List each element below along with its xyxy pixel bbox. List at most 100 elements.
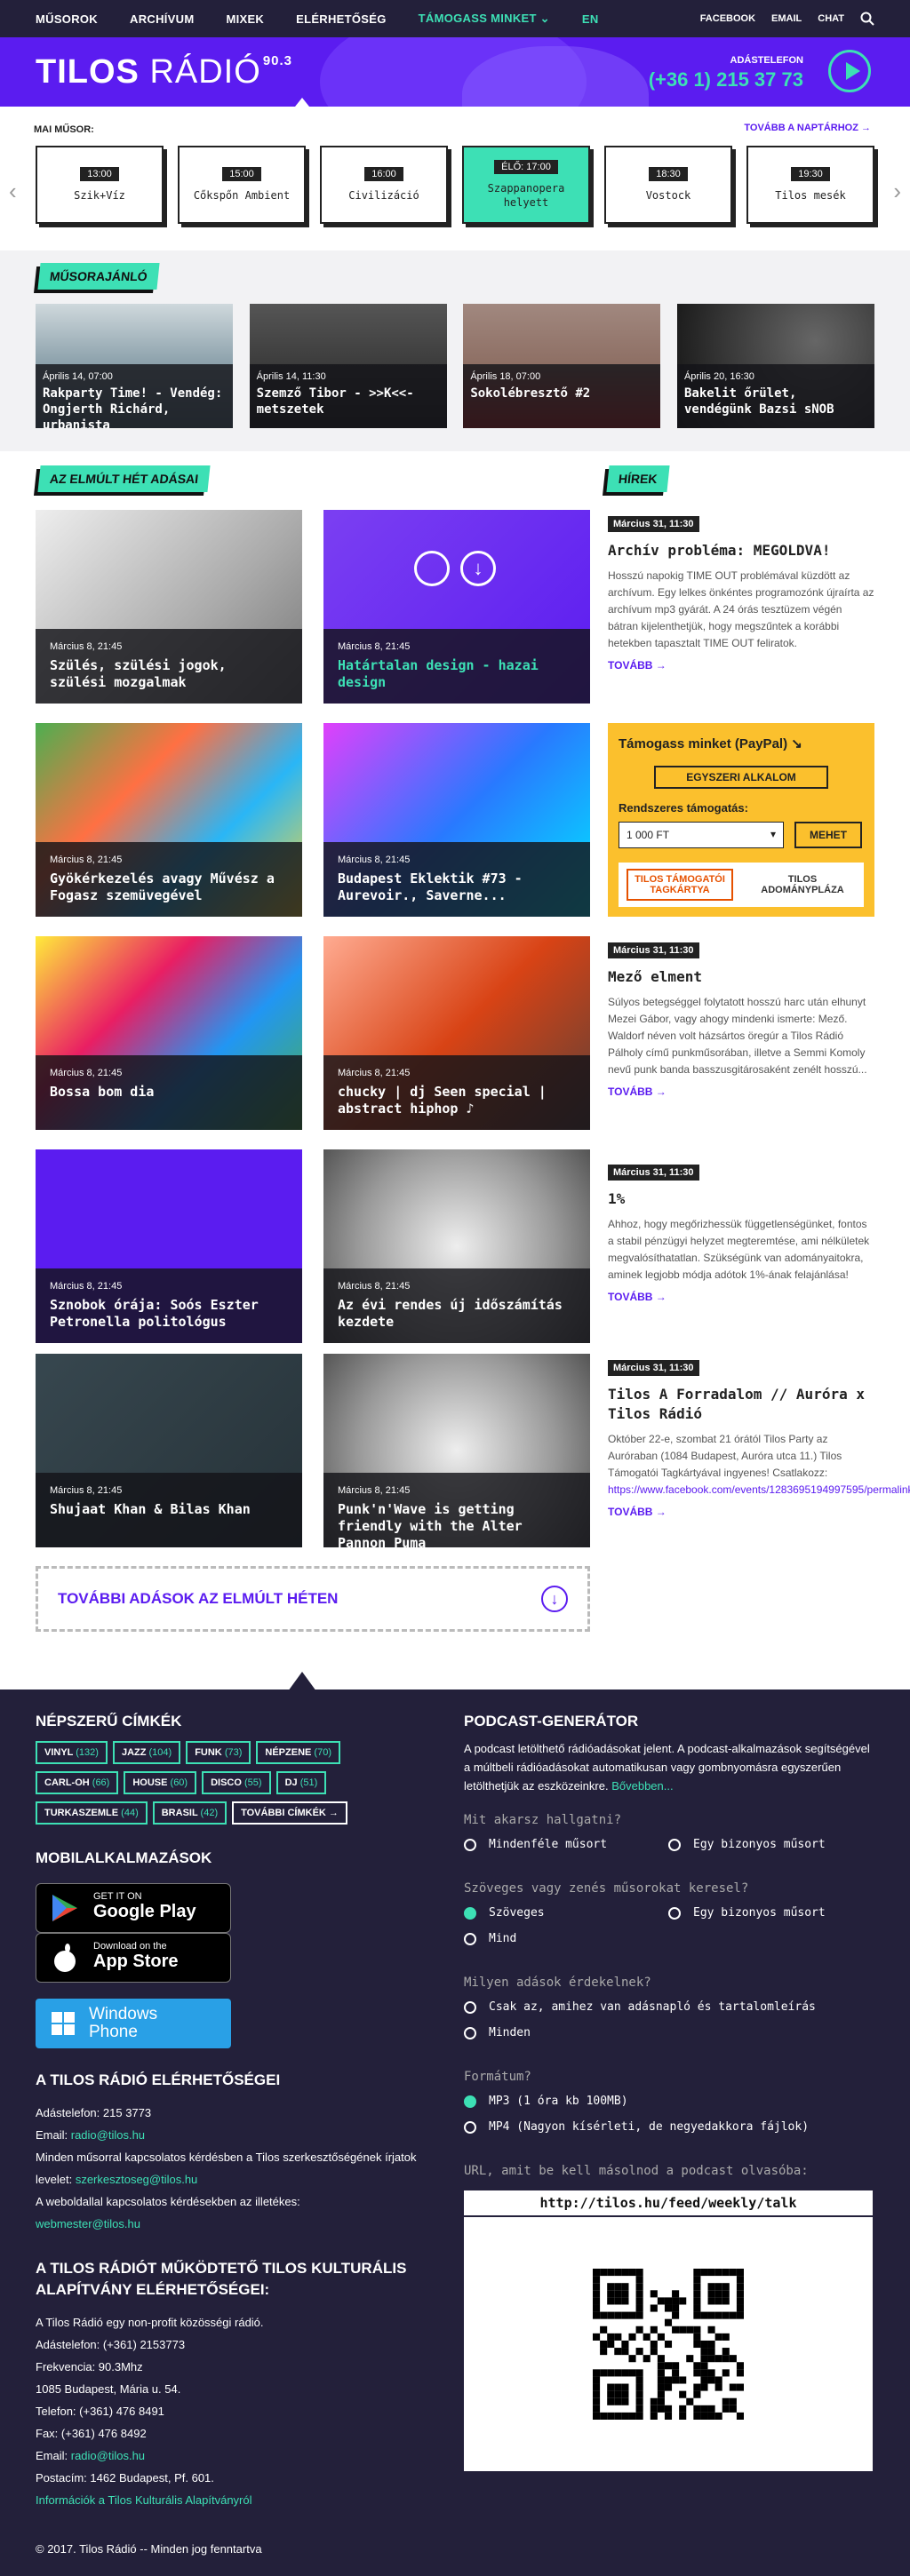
tag-chip[interactable]: VINYL (132): [36, 1741, 108, 1764]
archive-card[interactable]: Március 8, 21:45 Shujaat Khan & Bilas Kha…: [36, 1354, 302, 1547]
news-title[interactable]: 1%: [608, 1189, 874, 1209]
found-email[interactable]: radio@tilos.hu: [71, 2449, 145, 2462]
google-play-badge[interactable]: GET IT ON Google Play: [36, 1883, 231, 1933]
slot-time: 13:00: [80, 167, 119, 181]
schedule-next-icon[interactable]: ›: [893, 178, 901, 205]
chat-link[interactable]: CHAT: [818, 13, 844, 24]
radio-option[interactable]: Mind: [464, 1932, 668, 1945]
tag-name: DISCO: [211, 1777, 242, 1788]
app-store-badge[interactable]: Download on the App Store: [36, 1933, 231, 1983]
download-icon[interactable]: ↓: [460, 551, 496, 586]
amount-select[interactable]: 1 000 FT: [619, 822, 784, 848]
tag-chip[interactable]: DISCO (55): [202, 1771, 271, 1794]
facebook-link[interactable]: FACEBOOK: [700, 13, 755, 24]
tag-chip[interactable]: HOUSE (60): [124, 1771, 197, 1794]
contact-email2[interactable]: szerkesztoseg@tilos.hu: [76, 2173, 197, 2186]
found-line: 1085 Budapest, Mária u. 54.: [36, 2382, 181, 2396]
phone-number[interactable]: (+36 1) 215 37 73: [649, 68, 803, 91]
archive-card[interactable]: Március 8, 21:45 Punk'n'Wave is getting f…: [323, 1354, 590, 1547]
tag-chip[interactable]: NÉPZENE (70): [256, 1741, 340, 1764]
tag-chip[interactable]: CARL-OH (66): [36, 1771, 119, 1794]
more-tags-button[interactable]: TOVÁBBI CÍMKÉK →: [232, 1801, 347, 1825]
tag-chip[interactable]: JAZZ (104): [112, 1741, 181, 1764]
news-more-link[interactable]: TOVÁBB →: [608, 1506, 874, 1518]
schedule-prev-icon[interactable]: ‹: [9, 178, 17, 205]
archive-card[interactable]: Március 8, 21:45 Budapest Eklektik #73 - …: [323, 723, 590, 917]
radio-option[interactable]: MP3 (1 óra kb 100MB): [464, 2095, 873, 2108]
nav-tamogass[interactable]: Támogass minket ⌄: [419, 12, 550, 26]
news-more-link[interactable]: TOVÁBB →: [608, 1085, 874, 1098]
nav-lang-en[interactable]: EN: [582, 12, 599, 26]
archive-card[interactable]: Március 8, 21:45 Gyökérkezelés avagy Művé…: [36, 723, 302, 917]
archive-card[interactable]: Március 8, 21:45 Szülés, szülési jogok, s…: [36, 510, 302, 704]
schedule-slot[interactable]: 19:30 Tilos mesék: [746, 146, 874, 224]
windows-phone-badge[interactable]: Windows Phone: [36, 1999, 231, 2048]
site-logo[interactable]: TILOS RÁDIÓ 90.3: [36, 53, 292, 91]
q3: Milyen adások érdekelnek?: [464, 1976, 651, 1990]
card-caption: Április 14, 07:00 Rakparty Time! - Vendég…: [36, 364, 233, 428]
radio-option[interactable]: Mindenféle műsort: [464, 1838, 668, 1851]
news-body-link[interactable]: https://www.facebook.com/events/12836951…: [608, 1483, 910, 1496]
nav-elerhetoseg[interactable]: Elérhetőség: [296, 12, 387, 26]
donation-ad[interactable]: TILOS ADOMÁNYPLÁZA: [749, 874, 856, 895]
tag-chip[interactable]: DJ (51): [275, 1771, 327, 1794]
news-more-link[interactable]: TOVÁBB →: [608, 659, 874, 672]
radio-option[interactable]: MP4 (Nagyon kísérleti, de negyedakkora f…: [464, 2120, 873, 2134]
news-title[interactable]: Tilos A Forradalom // Auróra x Tilos Rád…: [608, 1385, 874, 1424]
more-archive-button[interactable]: TOVÁBBI ADÁSOK AZ ELMÚLT HÉTEN ↓: [36, 1566, 590, 1632]
archive-card[interactable]: Március 8, 21:45 Sznobok órája: Soós Eszt…: [36, 1149, 302, 1343]
recommend-card[interactable]: Április 14, 07:00 Rakparty Time! - Vendég…: [36, 304, 233, 428]
recommend-card[interactable]: Április 20, 16:30 Bakelit őrület, vendégü…: [676, 304, 874, 428]
recommend-card[interactable]: Április 14, 11:30 Szemző Tibor - >>K<<-me…: [249, 304, 447, 428]
news-title[interactable]: Archív probléma: MEGOLDVA!: [608, 541, 874, 561]
nav-musorok[interactable]: Műsorok: [36, 12, 98, 26]
radio-icon: [464, 2026, 476, 2039]
foundation-block: A Tilos Rádió egy non-profit közösségi r…: [36, 2311, 435, 2511]
play-icon[interactable]: [414, 551, 450, 586]
tag-chip[interactable]: BRASIL (42): [152, 1801, 228, 1825]
archive-card[interactable]: Március 8, 21:45 Az évi rendes új időszám…: [323, 1149, 590, 1343]
radio-option[interactable]: Egy bizonyos műsort: [668, 1906, 873, 1920]
radio-option[interactable]: Csak az, amihez van adásnapló és tartalo…: [464, 2000, 873, 2014]
archive-card[interactable]: Március 8, 21:45 Bossa bom dia: [36, 936, 302, 1130]
radio-label: Minden: [489, 2026, 531, 2039]
radio-option[interactable]: Egy bizonyos műsort: [668, 1838, 873, 1851]
radio-icon: [464, 1838, 476, 1851]
schedule-slot-live[interactable]: ÉLŐ: 17:00 Szappanopera helyett: [462, 146, 590, 224]
tag-chip[interactable]: FUNK (73): [186, 1741, 251, 1764]
tag-chip[interactable]: TURKASZEMLE (44): [36, 1801, 148, 1825]
podcast-generator: PODCAST-GENERÁTOR A podcast letölthető r…: [464, 1713, 873, 2471]
schedule-slot[interactable]: 15:00 Cőkspőn Ambient: [178, 146, 306, 224]
archive-card[interactable]: Március 8, 21:45 chucky | dj Seen special…: [323, 936, 590, 1130]
contact-email3[interactable]: webmester@tilos.hu: [36, 2217, 140, 2230]
one-time-button[interactable]: EGYSZERI ALKALOM: [654, 766, 828, 789]
archive-card-active[interactable]: ↓ Március 8, 21:45 Határtalan design - ha…: [323, 510, 590, 704]
podcast-more-link[interactable]: Bővebben...: [611, 1779, 673, 1793]
card-date: Március 8, 21:45: [50, 641, 123, 652]
contact-email[interactable]: radio@tilos.hu: [71, 2128, 145, 2142]
email-link[interactable]: EMAIL: [771, 13, 802, 24]
tag-count: (60): [170, 1777, 188, 1788]
schedule-slot[interactable]: 16:00 Civilizáció: [320, 146, 448, 224]
play-button[interactable]: [828, 50, 871, 92]
podcast-url[interactable]: http://tilos.hu/feed/weekly/talk: [464, 2190, 873, 2215]
go-button[interactable]: MEHET: [794, 822, 862, 848]
news-more-link[interactable]: TOVÁBB →: [608, 1291, 874, 1303]
membership-card-ad[interactable]: TILOS TÁMOGATÓI TAGKÁRTYA: [627, 869, 733, 901]
found-line: Adástelefon: (+361) 2153773: [36, 2338, 186, 2351]
schedule-slot[interactable]: 18:30 Vostock: [604, 146, 732, 224]
recommend-card[interactable]: Április 18, 07:00 Sokolébresztő #2: [463, 304, 661, 428]
schedule-slot[interactable]: 13:00 Szik+Víz: [36, 146, 164, 224]
radio-option[interactable]: Szöveges: [464, 1906, 668, 1920]
foundation-info-link[interactable]: Információk a Tilos Kulturális Alapítván…: [36, 2493, 252, 2507]
store-badges: GET IT ON Google Play Download on the App …: [36, 1883, 435, 1983]
nav-mixek[interactable]: Mixek: [226, 12, 264, 26]
recurring-row: 1 000 FT MEHET: [619, 822, 864, 848]
slot-name: Tilos mesék: [775, 189, 846, 202]
calendar-link[interactable]: TOVÁBB A NAPTÁRHOZ →: [744, 123, 871, 133]
radio-option[interactable]: Minden: [464, 2026, 873, 2039]
search-icon[interactable]: [860, 12, 874, 26]
card-caption: Március 8, 21:45 Határtalan design - haza…: [323, 629, 590, 704]
news-title[interactable]: Mező elment: [608, 967, 874, 987]
nav-archivum[interactable]: Archívum: [130, 12, 194, 26]
